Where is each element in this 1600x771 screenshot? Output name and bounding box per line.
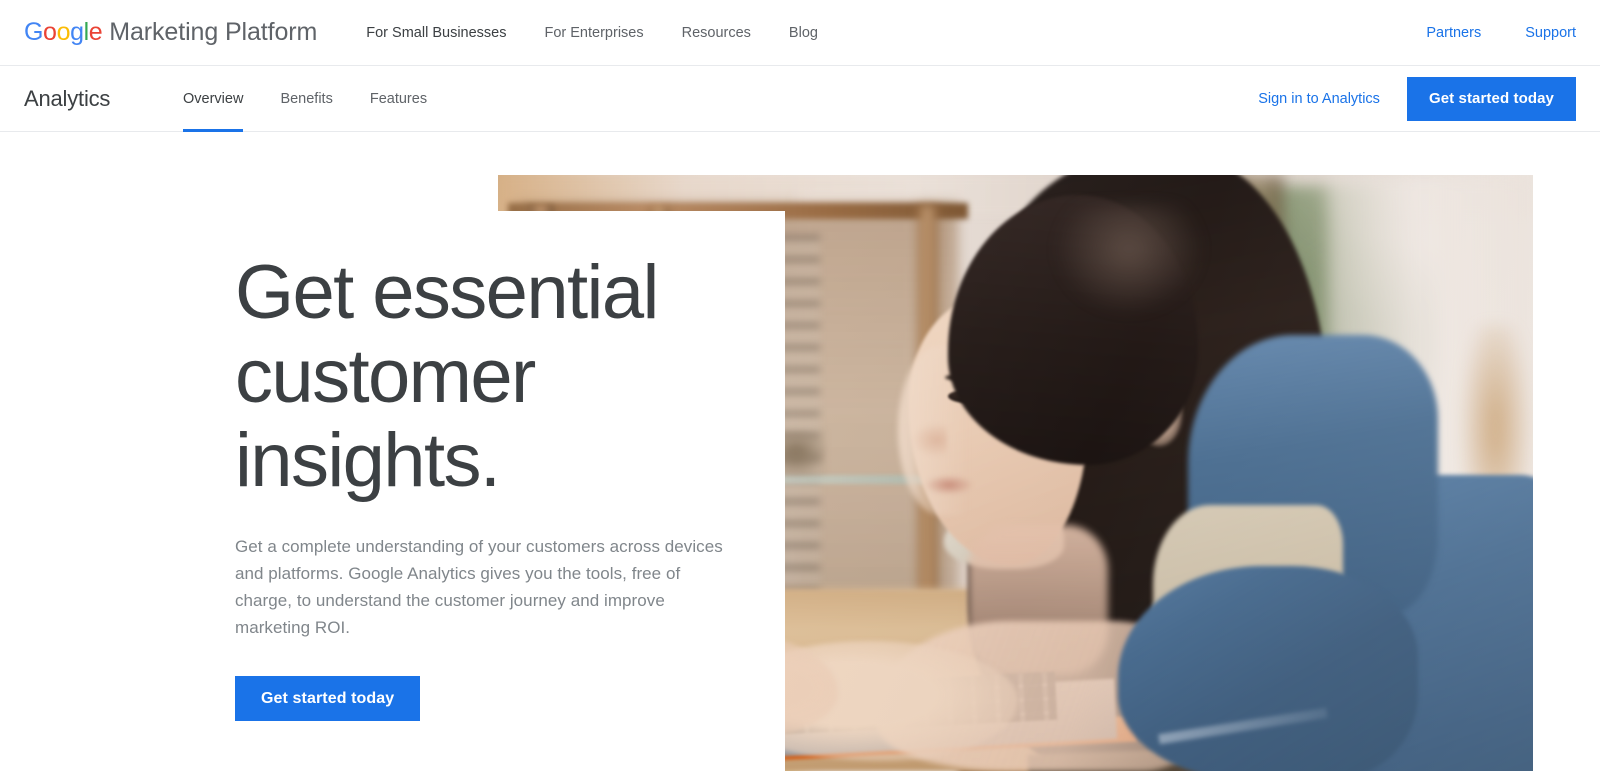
nav-item-blog[interactable]: Blog xyxy=(789,25,818,41)
tab-benefits-label: Benefits xyxy=(280,91,333,107)
global-header: Google Marketing Platform For Small Busi… xyxy=(0,0,1600,66)
global-header-right: Partners Support xyxy=(1382,0,1576,66)
partners-link[interactable]: Partners xyxy=(1426,25,1481,41)
logo-letter-g-blue-2: g xyxy=(70,18,84,46)
tab-overview[interactable]: Overview xyxy=(183,66,244,132)
product-subnav-right: Sign in to Analytics Get started today xyxy=(1258,66,1576,132)
logo-letter-g-blue: G xyxy=(24,18,44,46)
hero-copy: Get essential customer insights. Get a c… xyxy=(235,211,735,721)
nav-item-resources[interactable]: Resources xyxy=(682,25,751,41)
logo-letter-o-yellow: o xyxy=(56,18,71,46)
get-started-today-button-header[interactable]: Get started today xyxy=(1406,77,1576,121)
tab-features[interactable]: Features xyxy=(370,66,427,132)
global-nav: For Small Businesses For Enterprises Res… xyxy=(366,25,856,41)
hero-subtitle: Get a complete understanding of your cus… xyxy=(235,537,723,637)
sign-in-to-analytics-link[interactable]: Sign in to Analytics xyxy=(1258,91,1380,107)
logo-letter-e-red: e xyxy=(88,18,103,46)
hero-section: Get essential customer insights. Get a c… xyxy=(0,132,1600,771)
brand-suffix-label: Marketing Platform xyxy=(109,18,318,46)
get-started-today-button-hero[interactable]: Get started today xyxy=(235,676,421,721)
photo-layer-lips xyxy=(925,475,973,495)
tab-overview-label: Overview xyxy=(183,91,244,107)
product-tabs: Overview Benefits Features xyxy=(183,66,464,132)
photo-layer-hair-highlight xyxy=(1054,205,1204,315)
tab-benefits[interactable]: Benefits xyxy=(280,66,332,132)
product-title-analytics[interactable]: Analytics xyxy=(24,86,110,112)
tab-features-label: Features xyxy=(369,91,428,107)
photo-layer-nose xyxy=(913,423,947,457)
google-wordmark-logo: Google xyxy=(24,18,103,47)
nav-item-for-small-businesses[interactable]: For Small Businesses xyxy=(366,25,506,41)
nav-item-for-enterprises[interactable]: For Enterprises xyxy=(544,25,643,41)
product-subnav: Analytics Overview Benefits Features Sig… xyxy=(0,66,1600,132)
logo-letter-o-red: o xyxy=(43,18,57,46)
page-title: Get essential customer insights. xyxy=(235,250,659,503)
hero-text-card: Get essential customer insights. Get a c… xyxy=(0,211,785,771)
support-link[interactable]: Support xyxy=(1525,25,1576,41)
page-root: Google Marketing Platform For Small Busi… xyxy=(0,0,1600,771)
brand-logo-link[interactable]: Google Marketing Platform xyxy=(24,18,317,47)
